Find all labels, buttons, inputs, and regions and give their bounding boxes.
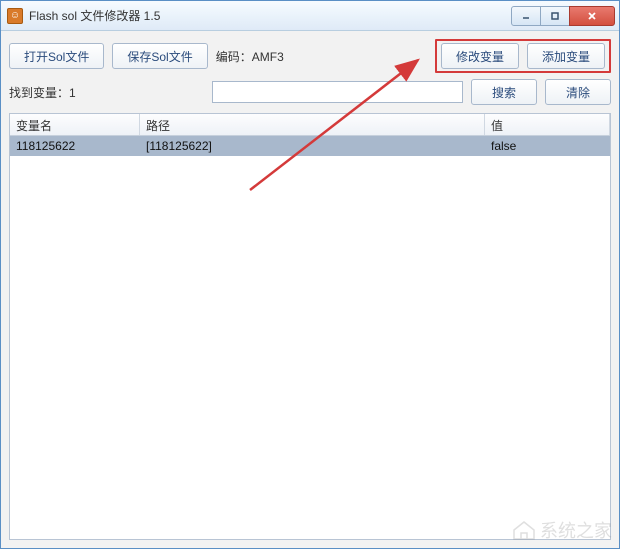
cell-name: 118125622	[10, 137, 140, 155]
clear-button[interactable]: 清除	[545, 79, 611, 105]
table-header: 变量名 路径 值	[10, 114, 610, 136]
watermark: 系统之家	[512, 517, 612, 543]
window-title: Flash sol 文件修改器 1.5	[29, 7, 512, 24]
header-name[interactable]: 变量名	[10, 114, 140, 135]
header-value[interactable]: 值	[485, 114, 610, 135]
open-sol-button[interactable]: 打开Sol文件	[9, 43, 104, 69]
app-window: ☺ Flash sol 文件修改器 1.5 打开Sol文件 保存Sol文件 编码…	[0, 0, 620, 549]
app-icon: ☺	[7, 8, 23, 24]
cell-path: [118125622]	[140, 137, 485, 155]
close-button[interactable]	[569, 6, 615, 26]
toolbar-row: 打开Sol文件 保存Sol文件 编码：AMF3 修改变量 添加变量	[9, 39, 611, 73]
table-body[interactable]: 118125622 [118125622] false	[10, 136, 610, 539]
modify-var-button[interactable]: 修改变量	[441, 43, 519, 69]
cell-value: false	[485, 137, 610, 155]
body-area: 打开Sol文件 保存Sol文件 编码：AMF3 修改变量 添加变量 找到变量：1…	[1, 31, 619, 548]
window-controls	[512, 6, 615, 26]
encoding-label: 编码：AMF3	[216, 48, 284, 65]
table-row[interactable]: 118125622 [118125622] false	[10, 136, 610, 156]
header-path[interactable]: 路径	[140, 114, 485, 135]
found-label: 找到变量：1	[9, 84, 76, 101]
search-input[interactable]	[212, 81, 463, 103]
variable-table: 变量名 路径 值 118125622 [118125622] false	[9, 113, 611, 540]
search-button[interactable]: 搜索	[471, 79, 537, 105]
minimize-button[interactable]	[511, 6, 541, 26]
highlight-annotation: 修改变量 添加变量	[435, 39, 611, 73]
add-var-button[interactable]: 添加变量	[527, 43, 605, 69]
maximize-button[interactable]	[540, 6, 570, 26]
search-row: 找到变量：1 搜索 清除	[9, 79, 611, 105]
save-sol-button[interactable]: 保存Sol文件	[112, 43, 207, 69]
titlebar[interactable]: ☺ Flash sol 文件修改器 1.5	[1, 1, 619, 31]
